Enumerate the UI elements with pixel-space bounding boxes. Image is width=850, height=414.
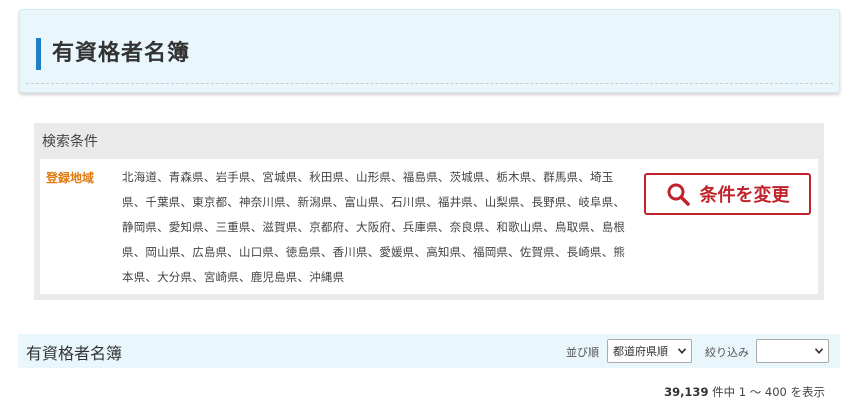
title-accent-bar (36, 38, 41, 70)
page-title: 有資格者名簿 (52, 41, 191, 66)
search-conditions-body: 登録地域 北海道、青森県、岩手県、宮城県、秋田県、山形県、福島県、茨城県、栃木県… (40, 159, 818, 294)
filter-label: 絞り込み (705, 346, 749, 359)
result-summary: 39,139 件中 1 ～ 400 を表示 (664, 384, 825, 400)
prefecture-list: 北海道、青森県、岩手県、宮城県、秋田県、山形県、福島県、茨城県、栃木県、群馬県、… (122, 170, 626, 284)
header-divider (26, 83, 833, 84)
sort-label: 並び順 (566, 346, 599, 359)
change-conditions-button[interactable]: 条件を変更 (644, 173, 811, 215)
filter-select[interactable] (756, 339, 829, 363)
chevron-down-icon (678, 348, 686, 354)
result-range: 1 ～ 400 を表示 (738, 385, 825, 399)
chevron-down-icon (815, 348, 823, 354)
list-title: 有資格者名簿 (26, 344, 123, 363)
list-toolbar: 有資格者名簿 並び順 都道府県順 絞り込み (18, 334, 840, 368)
sort-select[interactable]: 都道府県順 (607, 339, 692, 363)
change-conditions-label: 条件を変更 (699, 185, 790, 206)
result-count: 39,139 (664, 385, 709, 399)
search-icon (667, 183, 690, 206)
search-conditions-panel: 検索条件 登録地域 北海道、青森県、岩手県、宮城県、秋田県、山形県、福島県、茨城… (34, 123, 824, 300)
result-count-suffix: 件中 (712, 385, 736, 399)
search-conditions-header: 検索条件 (42, 134, 98, 150)
sort-select-value: 都道府県順 (613, 345, 668, 358)
region-label: 登録地域 (46, 171, 95, 185)
page-header: 有資格者名簿 (19, 9, 840, 93)
